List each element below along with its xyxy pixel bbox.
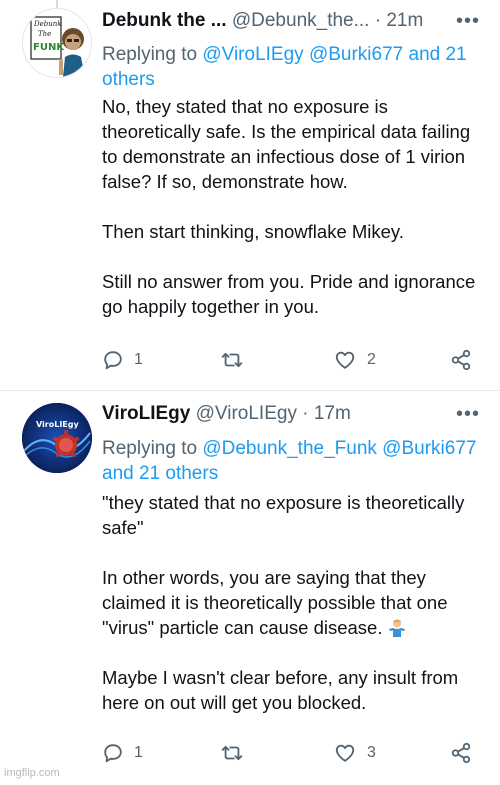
replying-to-label: Replying to [102,44,198,65]
reply-button[interactable]: 1 [102,347,143,373]
avatar-text: ViroLIEgy [36,420,80,429]
tweet[interactable]: Debunk The FUNK Debunk the ... @Debunk_t… [0,0,500,391]
more-options-icon[interactable]: ••• [456,10,480,33]
avatar-illustration: Debunk The FUNK [23,9,91,77]
retweet-icon [221,352,243,368]
handle[interactable]: @ViroLIEgy [196,403,297,424]
share-button[interactable] [450,740,472,766]
avatar-text-line1: Debunk [33,20,62,28]
replying-to: Replying to @ViroLIEgy @Burki677 and 21 … [102,42,482,92]
share-icon [451,349,471,371]
tweet[interactable]: ViroLIEgy ViroLIEgy @ViroLIEgy · 17m •••… [0,391,500,785]
retweet-button[interactable] [220,347,254,373]
tweet-paragraph: "they stated that no exposure is theoret… [102,492,465,538]
tweet-paragraph: Then start thinking, snowflake Mikey. [102,221,404,242]
avatar-text-line2: The [38,30,51,38]
retweet-button[interactable] [220,740,254,766]
like-count: 3 [367,744,376,761]
retweet-icon [221,745,243,761]
avatar-text-line3: FUNK [33,42,65,53]
reply-count: 1 [134,744,143,761]
display-name[interactable]: Debunk the ... [102,10,227,31]
timestamp[interactable]: 17m [314,403,351,424]
more-options-icon[interactable]: ••• [456,403,480,426]
avatar[interactable]: Debunk The FUNK [22,8,92,78]
tweet-paragraph: Maybe I wasn't clear before, any insult … [102,667,459,713]
tweet-header: Debunk the ... @Debunk_the... · 21m ••• [102,10,480,36]
reply-button[interactable]: 1 [102,740,143,766]
replying-to: Replying to @Debunk_the_Funk @Burki677 a… [102,436,482,486]
timestamp[interactable]: 21m [386,10,423,31]
avatar[interactable]: ViroLIEgy [22,403,92,473]
imgflip-watermark: imgflip.com [4,767,60,779]
handle[interactable]: @Debunk_the... [232,10,370,31]
heart-icon [335,351,355,369]
tweet-paragraph: No, they stated that no exposure is theo… [102,96,471,192]
separator-dot: · [374,10,382,31]
person-shrugging-icon [388,619,405,637]
share-button[interactable] [450,347,472,373]
heart-icon [335,744,355,762]
reply-count: 1 [134,351,143,368]
replying-to-label: Replying to [102,438,198,459]
separator-dot: · [302,403,309,424]
like-button[interactable]: 2 [333,347,376,373]
reply-icon [104,351,122,370]
reply-icon [104,744,122,763]
tweet-paragraph-with-emoji: In other words, you are saying that they… [102,565,487,640]
display-name[interactable]: ViroLIEgy [102,403,190,424]
tweet-text: "they stated that no exposure is theoret… [102,490,487,715]
tweet-text: No, they stated that no exposure is theo… [102,94,487,319]
tweet-header: ViroLIEgy @ViroLIEgy · 17m ••• [102,403,480,429]
share-icon [451,742,471,764]
tweet-actions: 1 2 [102,347,472,373]
like-button[interactable]: 3 [333,740,376,766]
like-count: 2 [367,351,376,368]
tweet-paragraph: Still no answer from you. Pride and igno… [102,271,476,317]
tweet-actions: 1 3 [102,740,472,766]
avatar-illustration: ViroLIEgy [22,403,92,473]
